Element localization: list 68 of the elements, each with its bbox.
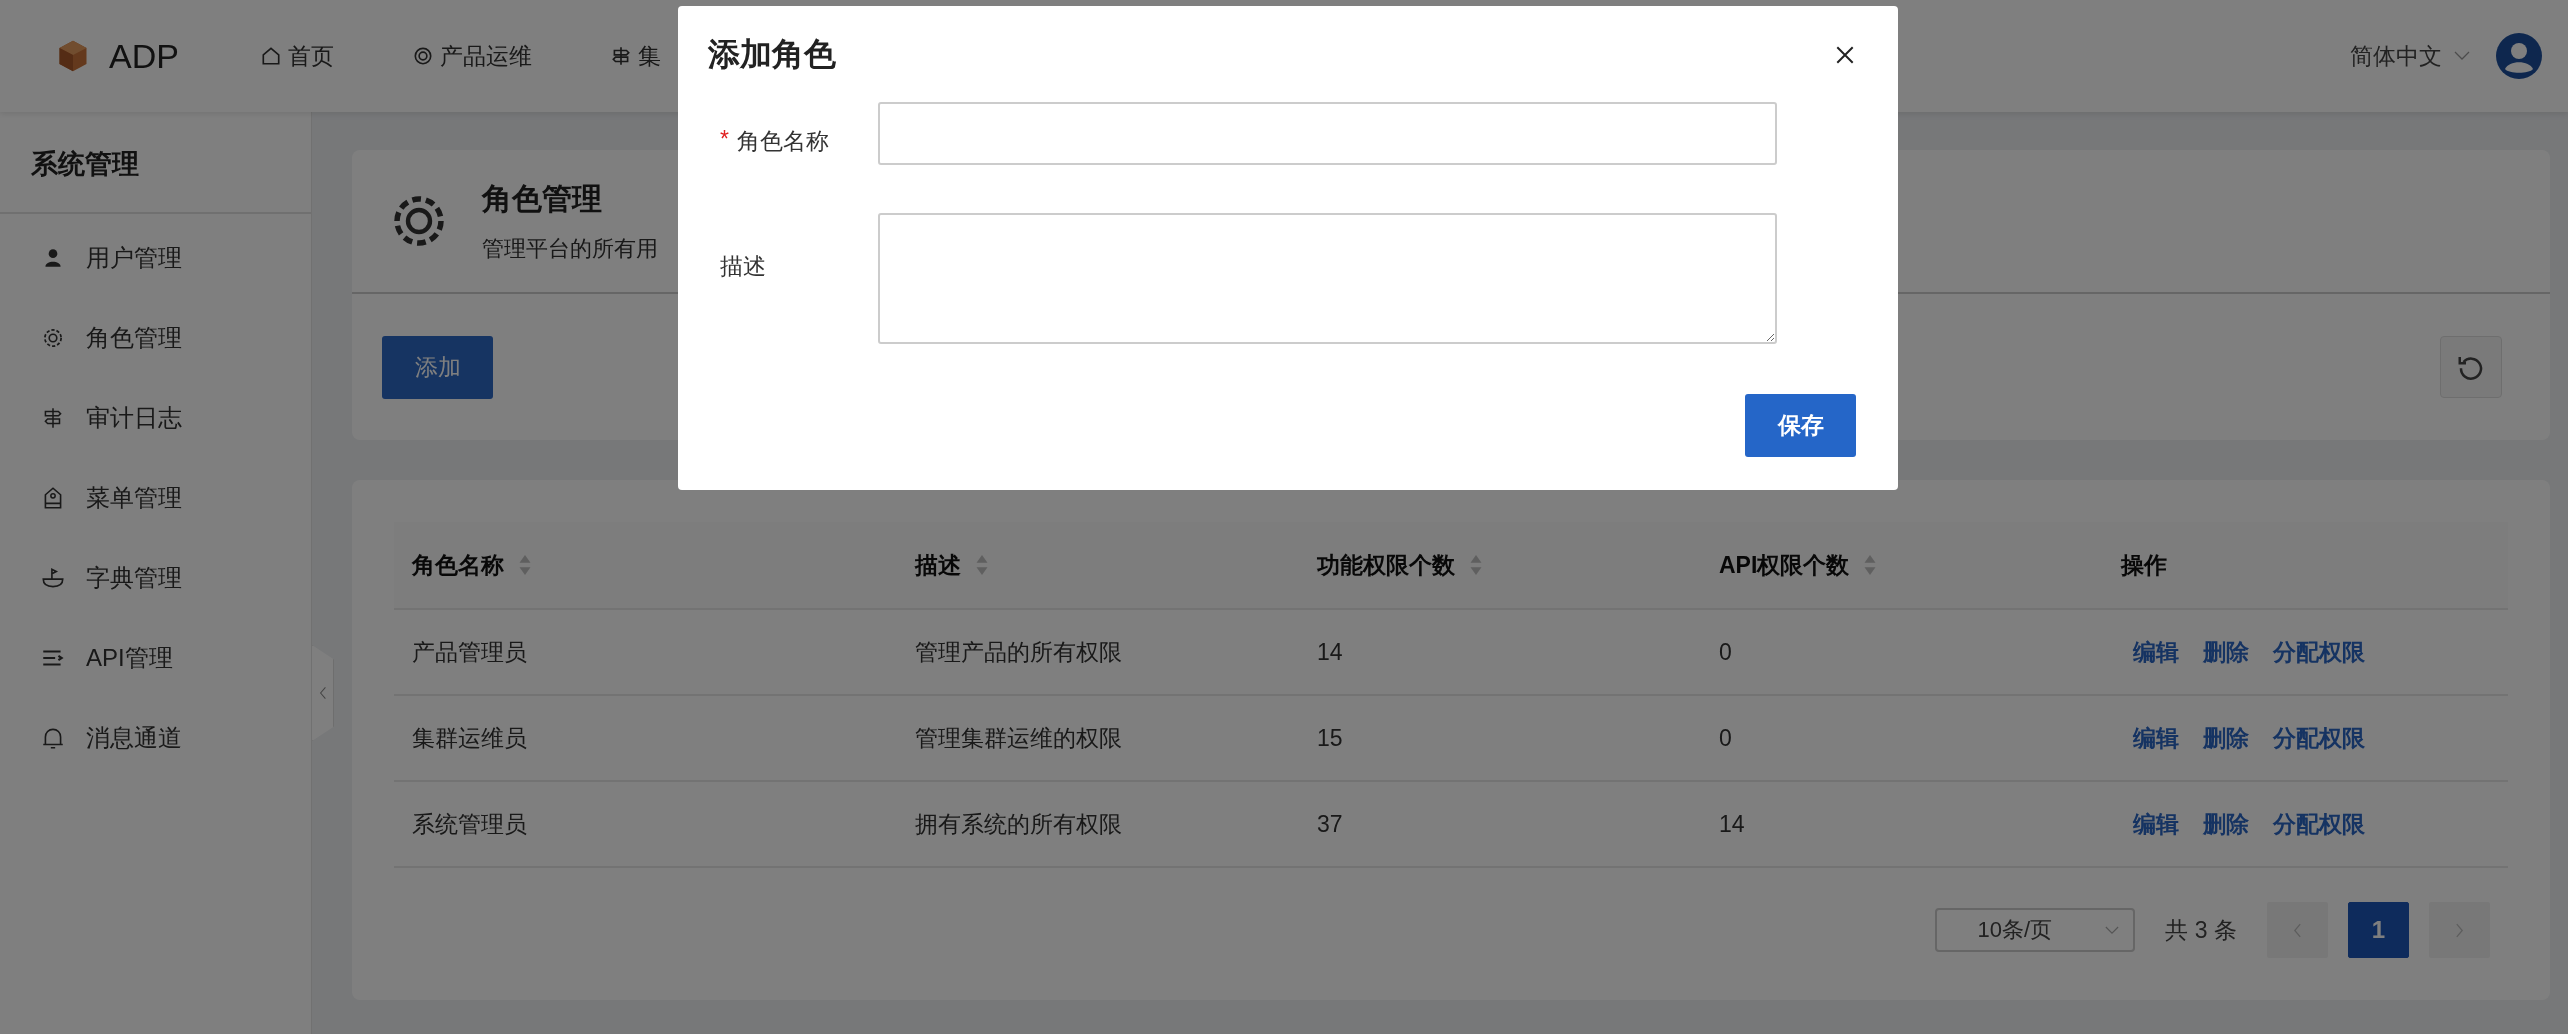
action-link[interactable]: 删除 (2203, 722, 2249, 754)
sidebar-item[interactable]: 消息通道 (0, 698, 311, 778)
table-cell: 14 (1719, 810, 1745, 837)
page-subtitle: 管理平台的所有用 (482, 234, 658, 263)
sidebar-item[interactable]: 字典管理 (0, 538, 311, 618)
nav-link[interactable]: 集 (610, 40, 661, 72)
action-link[interactable]: 编辑 (2133, 722, 2179, 754)
sidebar-title: 系统管理 (0, 112, 311, 214)
table-cell: 产品管理员 (412, 638, 527, 665)
table-cell: 管理产品的所有权限 (915, 638, 1122, 665)
column-header: 操作 (2121, 550, 2167, 580)
textarea-field[interactable] (878, 213, 1777, 344)
table-cell: 0 (1719, 724, 1732, 751)
language-select[interactable]: 简体中文 (2350, 40, 2470, 72)
required-mark: * (720, 126, 729, 154)
action-link[interactable]: 删除 (2203, 636, 2249, 668)
table-cell: 0 (1719, 638, 1732, 665)
input-field[interactable] (878, 102, 1777, 165)
action-link[interactable]: 编辑 (2133, 808, 2179, 840)
nav-link[interactable]: 首页 (260, 40, 334, 72)
sidebar-item[interactable]: 用户管理 (0, 218, 311, 298)
sidebar-item[interactable]: 角色管理 (0, 298, 311, 378)
dialog-title: 添加角色 (708, 35, 836, 74)
sidebar-item[interactable]: 审计日志 (0, 378, 311, 458)
table-cell: 37 (1317, 810, 1343, 837)
column-header: 角色名称 (412, 550, 504, 580)
action-link[interactable]: 删除 (2203, 808, 2249, 840)
column-header: API权限个数 (1719, 550, 1850, 580)
sort-icon[interactable] (518, 554, 532, 576)
lifebuoy-icon (412, 45, 434, 67)
action-link[interactable]: 分配权限 (2273, 808, 2365, 840)
chevron-left-icon (2293, 922, 2302, 938)
nav-link[interactable]: 产品运维 (412, 40, 532, 72)
app-name: ADP (109, 36, 179, 76)
chevron-right-icon (2455, 922, 2464, 938)
page-title: 角色管理 (482, 180, 603, 217)
chevron-left-icon (318, 686, 327, 700)
sidebar-item[interactable]: API管理 (0, 618, 311, 698)
chevron-down-icon (2454, 51, 2470, 61)
action-link[interactable]: 编辑 (2133, 636, 2179, 668)
add-button[interactable]: 添加 (382, 335, 493, 399)
close-button[interactable] (1834, 44, 1856, 66)
action-link[interactable]: 分配权限 (2273, 636, 2365, 668)
page-size-select[interactable]: 10条/页 (1935, 908, 2136, 952)
close-icon (1834, 44, 1856, 66)
chevron-down-icon (2105, 925, 2120, 935)
table-cell: 14 (1317, 638, 1343, 665)
sidebar-item[interactable]: 菜单管理 (0, 458, 311, 538)
field-label: 描述 (720, 252, 766, 281)
avatar-icon[interactable] (2496, 33, 2542, 79)
total-count: 共 3 条 (2165, 915, 2237, 945)
column-header: 描述 (915, 550, 961, 580)
sort-icon[interactable] (1863, 554, 1878, 576)
table-cell: 系统管理员 (412, 810, 527, 837)
table-cell: 15 (1317, 724, 1343, 751)
table-cell: 拥有系统的所有权限 (915, 810, 1122, 837)
save-button[interactable]: 保存 (1745, 394, 1856, 457)
table-cell: 管理集群运维的权限 (915, 724, 1122, 751)
column-header: 功能权限个数 (1317, 550, 1455, 580)
refresh-button[interactable] (2440, 336, 2502, 398)
table-cell: 集群运维员 (412, 724, 527, 751)
signpost-icon (610, 45, 632, 67)
sort-icon[interactable] (975, 554, 989, 576)
home-icon (260, 45, 282, 67)
action-link[interactable]: 分配权限 (2273, 722, 2365, 754)
sort-icon[interactable] (1469, 554, 1483, 576)
page-button[interactable]: 1 (2348, 902, 2409, 958)
field-label: 角色名称 (736, 127, 829, 156)
